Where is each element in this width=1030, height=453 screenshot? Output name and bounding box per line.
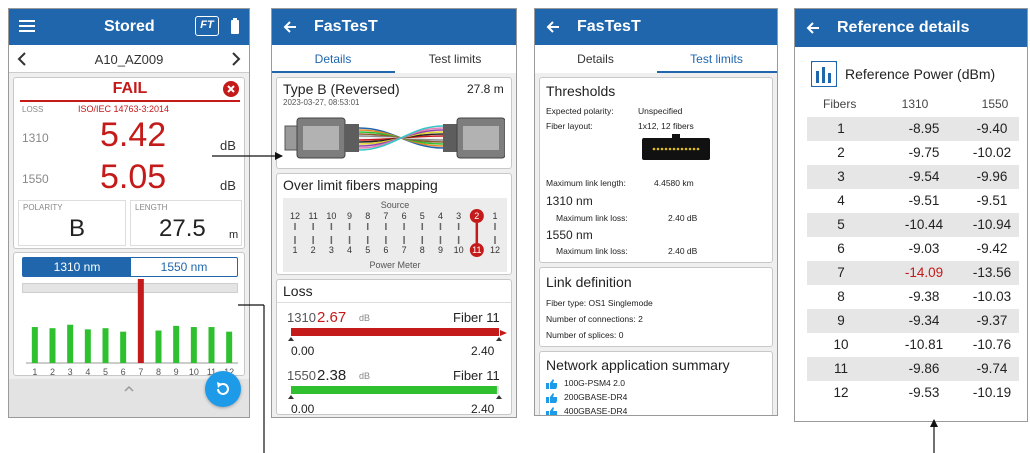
callout-arrows [212, 152, 938, 453]
